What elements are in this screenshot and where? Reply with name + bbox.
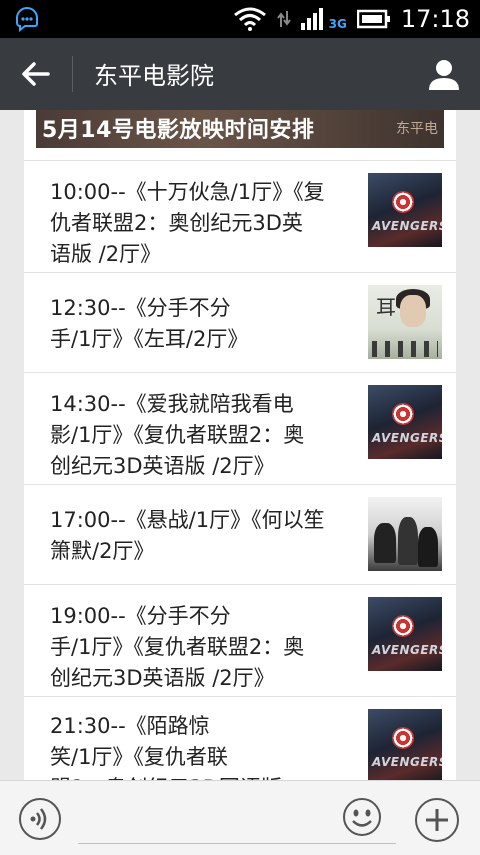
network-type: 3G bbox=[328, 17, 347, 31]
poster-logo: AVENGERS bbox=[372, 219, 442, 233]
schedule-text: 17:00--《悬战/1厅》《何以笙 箫默/2厅》 bbox=[50, 508, 325, 563]
poster-title-char: 耳 bbox=[376, 295, 396, 319]
poster-logo: AVENGERS bbox=[372, 755, 442, 769]
schedule-text: 10:00--《十万伙急/1厅》《复 仇者联盟2：奥创纪元3D英 语版 /2厅》 bbox=[50, 180, 325, 266]
article-content[interactable]: 5月14号电影放映时间安排 东平电 10:00--《十万伙急/1厅》《复 仇者联… bbox=[0, 110, 480, 780]
title-bar: 东平电影院 bbox=[0, 38, 480, 110]
clock: 17:18 bbox=[400, 5, 470, 33]
poster-logo: AVENGERS bbox=[372, 643, 442, 657]
shield-icon bbox=[392, 403, 414, 425]
shield-icon bbox=[392, 191, 414, 213]
avengers-poster: AVENGERS bbox=[368, 385, 442, 459]
back-arrow-icon[interactable] bbox=[20, 58, 52, 90]
shield-icon bbox=[392, 727, 414, 749]
schedule-item[interactable]: 19:00--《分手不分 手/1厅》《复仇者联盟2：奥 创纪元3D英语版 /2厅… bbox=[24, 584, 456, 697]
banner-image: 5月14号电影放映时间安排 东平电 bbox=[36, 110, 444, 148]
suspense-poster bbox=[368, 497, 442, 571]
plus-icon[interactable] bbox=[414, 797, 460, 843]
schedule-text: 14:30--《爱我就陪我看电 影/1厅》《复仇者联盟2：奥 创纪元3D英语版 … bbox=[50, 392, 305, 478]
schedule-item[interactable]: 14:30--《爱我就陪我看电 影/1厅》《复仇者联盟2：奥 创纪元3D英语版 … bbox=[24, 372, 456, 485]
schedule-text: 19:00--《分手不分 手/1厅》《复仇者联盟2：奥 创纪元3D英语版 /2厅… bbox=[50, 604, 305, 690]
banner-title: 5月14号电影放映时间安排 bbox=[42, 118, 315, 143]
left-ear-poster: 耳 bbox=[368, 285, 442, 359]
wifi-icon bbox=[233, 7, 266, 31]
schedule-item[interactable]: 21:30--《陌路惊 笑/1厅》《复仇者联 盟2：奥创纪元3D国语版 AVEN… bbox=[24, 696, 456, 780]
status-bar: 3G 17:18 bbox=[0, 0, 480, 38]
poster-logo: AVENGERS bbox=[372, 431, 442, 445]
voice-icon[interactable] bbox=[18, 797, 62, 841]
schedule-text: 12:30--《分手不分 手/1厅》《左耳/2厅》 bbox=[50, 296, 249, 351]
emoji-icon[interactable] bbox=[342, 797, 382, 837]
schedule-item[interactable]: 17:00--《悬战/1厅》《何以笙 箫默/2厅》 bbox=[24, 484, 456, 585]
banner-watermark: 东平电 bbox=[396, 121, 438, 137]
signal-icon bbox=[300, 8, 323, 30]
schedule-item[interactable]: 10:00--《十万伙急/1厅》《复 仇者联盟2：奥创纪元3D英 语版 /2厅》… bbox=[24, 160, 456, 273]
message-input-bar bbox=[0, 780, 480, 855]
schedule-item[interactable]: 12:30--《分手不分 手/1厅》《左耳/2厅》 耳 bbox=[24, 272, 456, 373]
page-title: 东平电影院 bbox=[94, 62, 214, 90]
shield-icon bbox=[392, 615, 414, 637]
schedule-text: 21:30--《陌路惊 笑/1厅》《复仇者联 盟2：奥创纪元3D国语版 bbox=[50, 714, 282, 780]
avengers-poster: AVENGERS bbox=[368, 173, 442, 247]
chat-app-icon bbox=[16, 7, 38, 32]
article-card: 5月14号电影放映时间安排 东平电 10:00--《十万伙急/1厅》《复 仇者联… bbox=[24, 110, 456, 780]
title-separator bbox=[72, 56, 73, 92]
data-arrows-icon bbox=[276, 11, 291, 27]
profile-icon[interactable] bbox=[426, 56, 462, 92]
battery-icon bbox=[356, 9, 390, 29]
avengers-poster: AVENGERS bbox=[368, 597, 442, 671]
avengers-poster: AVENGERS bbox=[368, 709, 442, 780]
